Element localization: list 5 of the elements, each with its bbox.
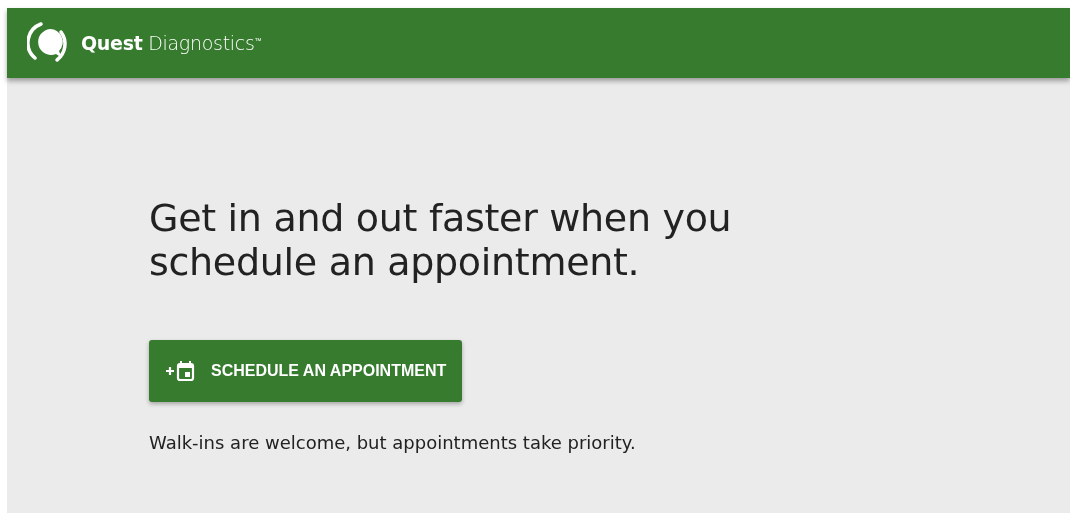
brand-name: Quest Diagnostics$^{™}$ <box>81 32 262 54</box>
info-text: Walk-ins are welcome, but appointments take priority. <box>149 432 636 453</box>
add-calendar-icon <box>165 360 195 382</box>
headline: Get in and out faster when you schedule an appointment. <box>149 196 733 284</box>
schedule-button[interactable]: SCHEDULE AN APPOINTMENT <box>149 340 463 402</box>
